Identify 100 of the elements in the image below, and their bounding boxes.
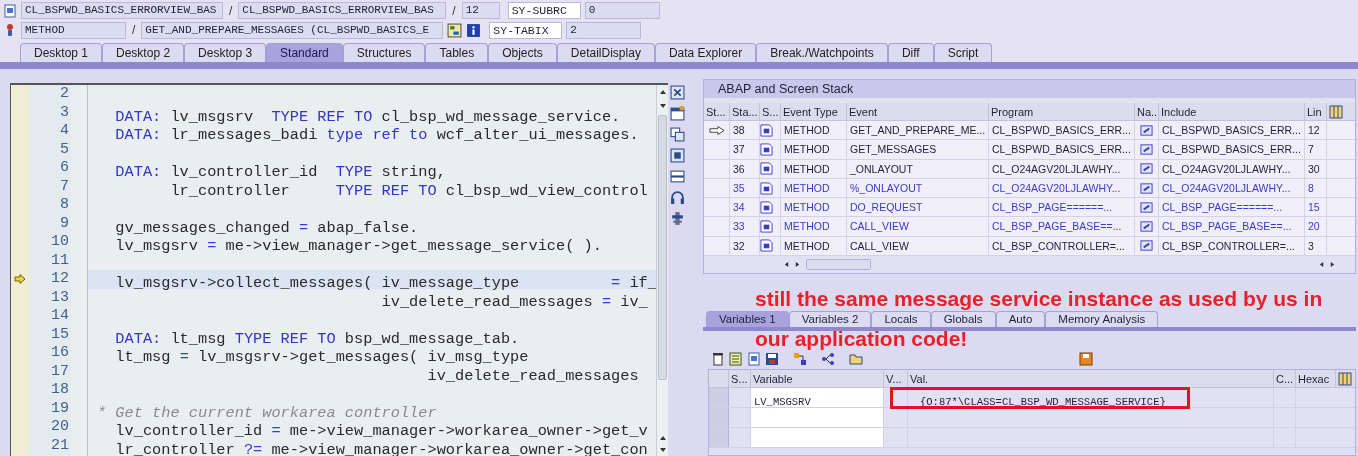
column-header[interactable]: Event Type bbox=[781, 103, 847, 120]
input-field[interactable]: LV_MSGSRV bbox=[751, 388, 884, 407]
line-number: 8 bbox=[59, 196, 69, 215]
tab[interactable]: Structures bbox=[342, 43, 426, 62]
tab[interactable]: Script bbox=[933, 43, 993, 62]
line-number: 10 bbox=[50, 233, 69, 252]
layout-icon[interactable] bbox=[670, 169, 685, 184]
tab[interactable]: Locals bbox=[871, 311, 931, 327]
line-number: 7 bbox=[59, 177, 69, 196]
document-icon bbox=[3, 3, 17, 18]
display-field: GET_AND_PREPARE_MESSAGES (CL_BSPWD_BASICS_E bbox=[141, 21, 444, 39]
column-settings-icon[interactable] bbox=[1338, 372, 1352, 386]
headset-icon[interactable] bbox=[670, 190, 685, 205]
nodes-icon[interactable] bbox=[793, 352, 807, 366]
trash-icon[interactable] bbox=[711, 352, 725, 366]
table-cell: METHOD bbox=[781, 121, 847, 140]
column-header[interactable]: Include bbox=[1159, 103, 1305, 120]
line-number: 11 bbox=[50, 251, 69, 270]
tab[interactable]: Auto bbox=[995, 311, 1046, 327]
tab[interactable]: Standard bbox=[266, 43, 343, 62]
navigate-icon[interactable] bbox=[1140, 142, 1153, 156]
column-header[interactable]: C... bbox=[1274, 370, 1296, 387]
variable-name-field[interactable]: SY-TABIX bbox=[489, 21, 563, 39]
tab[interactable]: Diff bbox=[887, 43, 934, 62]
folder-icon[interactable] bbox=[849, 352, 863, 366]
table-cell: CL_BSP_CONTROLLER=... bbox=[1159, 236, 1305, 256]
scroll-left-icon[interactable] bbox=[784, 260, 789, 268]
navigate-icon[interactable] bbox=[1140, 123, 1153, 137]
line-number: 20 bbox=[50, 418, 69, 437]
line-number: 21 bbox=[50, 436, 69, 455]
navigate-icon[interactable] bbox=[1140, 181, 1153, 195]
navigate-icon[interactable] bbox=[1140, 220, 1153, 234]
code-line: DATA: lr_messages_badi type ref to wcf_alter_ui_messages. bbox=[114, 126, 639, 144]
vertical-scrollbar[interactable] bbox=[656, 85, 668, 456]
line-number: 12 bbox=[50, 270, 69, 289]
table-cell: GET_MESSAGES bbox=[847, 140, 989, 159]
column-header[interactable]: V... bbox=[884, 370, 908, 387]
variable-value: {O:87*\CLASS=CL_BSP_WD_MESSAGE_SERVICE} bbox=[920, 396, 1166, 408]
column-header[interactable]: Lin bbox=[1305, 103, 1327, 120]
variable-name-field[interactable]: SY-SUBRC bbox=[507, 2, 581, 20]
code-line: lv_controller_id = me->view_manager->workarea_owner->get_v bbox=[114, 422, 648, 440]
line-number: 3 bbox=[59, 103, 69, 122]
column-header[interactable]: Val. bbox=[908, 370, 1274, 387]
table-cell: CL_O24AGV20LJLAWHY... bbox=[1159, 178, 1305, 198]
input-field[interactable] bbox=[751, 428, 884, 447]
column-header[interactable]: St... bbox=[704, 103, 730, 120]
column-header[interactable]: Variable bbox=[751, 370, 884, 387]
table-cell: 7 bbox=[1305, 140, 1327, 159]
copy-icon[interactable] bbox=[670, 127, 685, 142]
tab[interactable]: Globals bbox=[930, 311, 996, 327]
tab[interactable]: Tables bbox=[425, 43, 489, 62]
scroll-thumb[interactable] bbox=[658, 115, 667, 380]
method-icon bbox=[760, 181, 773, 195]
column-header[interactable]: Sta... bbox=[730, 103, 760, 120]
column-header[interactable]: Hexac bbox=[1296, 370, 1336, 387]
tab[interactable]: Variables 1 bbox=[706, 311, 789, 327]
hierarchy-icon[interactable] bbox=[447, 22, 463, 38]
navigate-icon[interactable] bbox=[1140, 200, 1153, 214]
line-number: 2 bbox=[59, 85, 69, 104]
tab[interactable]: Data Explorer bbox=[654, 43, 757, 62]
code-line: gv_messages_changed = abap_false. bbox=[114, 218, 419, 237]
column-header[interactable]: S... bbox=[729, 370, 751, 387]
save-icon[interactable] bbox=[765, 352, 779, 366]
document-icon[interactable] bbox=[747, 352, 761, 366]
table-cell: CL_O24AGV20LJLAWHY... bbox=[1159, 159, 1305, 178]
tool-icon[interactable] bbox=[670, 211, 685, 226]
tab[interactable]: DetailDisplay bbox=[556, 43, 655, 62]
scroll-down-icon[interactable] bbox=[658, 447, 667, 453]
input-field[interactable] bbox=[751, 408, 884, 427]
scroll-left-icon[interactable] bbox=[1319, 260, 1324, 268]
tab[interactable]: Break./Watchpoints bbox=[756, 43, 888, 62]
column-settings-icon[interactable] bbox=[1329, 105, 1343, 119]
tab[interactable]: Desktop 2 bbox=[102, 43, 185, 62]
path-separator: / bbox=[228, 2, 234, 20]
display-field: 12 bbox=[461, 2, 500, 20]
column-header[interactable]: Event bbox=[847, 103, 989, 120]
navigate-icon[interactable] bbox=[1140, 162, 1153, 176]
scroll-thumb[interactable] bbox=[806, 258, 871, 270]
scroll-down-icon[interactable] bbox=[658, 103, 667, 109]
info-icon[interactable] bbox=[466, 22, 482, 38]
scroll-right-icon[interactable] bbox=[795, 260, 800, 268]
column-header[interactable]: Na... bbox=[1135, 103, 1159, 120]
close-icon[interactable] bbox=[670, 85, 685, 100]
scroll-up-icon[interactable] bbox=[658, 435, 667, 441]
tab[interactable]: Desktop 3 bbox=[184, 43, 267, 62]
tab[interactable]: Objects bbox=[488, 43, 557, 62]
column-header[interactable]: S... bbox=[760, 103, 781, 120]
window-icon[interactable] bbox=[670, 106, 685, 121]
scroll-right-icon[interactable] bbox=[1330, 260, 1335, 268]
navigate-icon[interactable] bbox=[1140, 239, 1153, 253]
flow-icon[interactable] bbox=[821, 352, 835, 366]
grid-icon[interactable] bbox=[670, 148, 685, 163]
annotation-text: still the same message service instance as used by us in bbox=[755, 287, 1323, 311]
column-header[interactable]: Program bbox=[989, 103, 1135, 120]
line-number: 18 bbox=[50, 381, 69, 400]
code-line: lt_msg = lv_msgsrv->get_messages( iv_msg_type bbox=[114, 348, 529, 366]
tab[interactable]: Variables 2 bbox=[788, 311, 872, 327]
scroll-up-icon[interactable] bbox=[658, 89, 667, 95]
tab[interactable]: Desktop 1 bbox=[20, 43, 103, 62]
tab[interactable]: Memory Analysis bbox=[1045, 311, 1159, 327]
